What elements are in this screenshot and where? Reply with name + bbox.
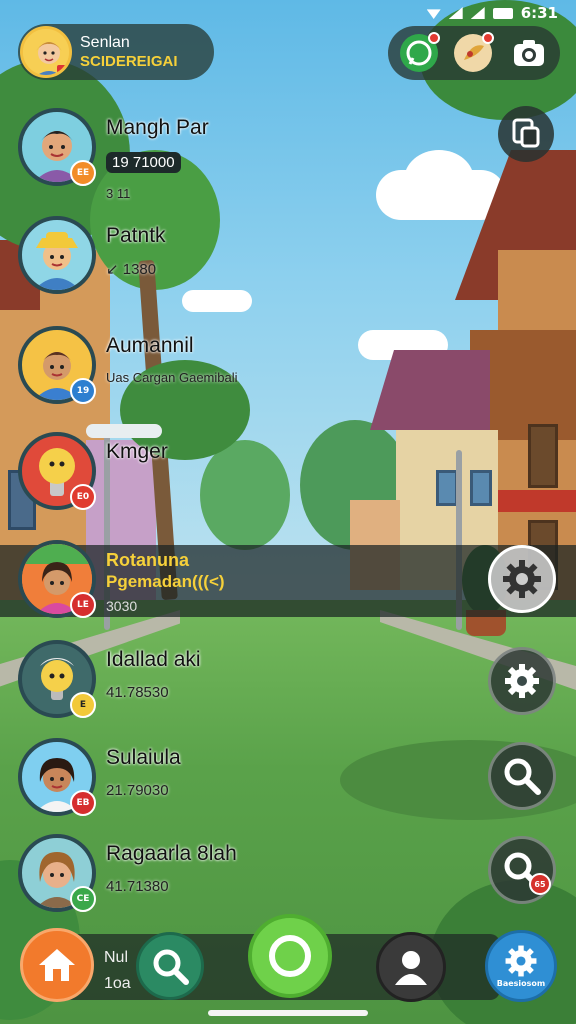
copy-button[interactable] — [498, 106, 554, 162]
notification-dot — [428, 32, 440, 44]
search-nav-button[interactable] — [136, 932, 204, 1000]
friend-name: Patntk — [106, 224, 166, 247]
friend-item[interactable]: E Idallad aki 41.78530 — [18, 640, 338, 722]
search-icon — [504, 758, 541, 795]
settings-nav-button[interactable]: Baesiosom — [485, 930, 557, 1002]
profile-nav-button[interactable] — [376, 932, 446, 1002]
search-button[interactable]: 65 — [488, 836, 556, 904]
friend-badge: E0 — [70, 484, 96, 510]
friend-name: Kmger — [106, 440, 168, 463]
friend-badge: LE — [70, 592, 96, 618]
gear-icon — [505, 945, 537, 977]
friend-item[interactable]: Patntk ↙ 1380 — [18, 216, 338, 298]
settings-nav-label: Baesiosom — [496, 979, 546, 988]
notification-dot — [482, 32, 494, 44]
friend-score: 41.78530 — [106, 684, 169, 701]
ring-icon — [269, 935, 311, 977]
battery-icon — [492, 7, 513, 19]
camera-button[interactable] — [510, 34, 548, 72]
friend-name: Idallad aki — [106, 648, 201, 671]
friend-score: Pgemadan(((<) — [106, 572, 225, 591]
status-bar: 6:31 — [416, 0, 576, 26]
wifi-icon — [426, 9, 441, 19]
search-icon — [153, 949, 189, 985]
friend-badge: E — [70, 692, 96, 718]
friend-name: Rotanuna — [106, 550, 189, 570]
top-toolbar — [388, 26, 560, 80]
friend-score: 21.79030 — [106, 782, 169, 799]
status-time: 6:31 — [520, 4, 558, 22]
friend-item[interactable]: E0 Kmger — [18, 432, 338, 514]
friend-item[interactable]: EB Sulaiula 21.79030 — [18, 738, 338, 820]
copy-icon — [512, 118, 540, 148]
signal-icon — [448, 7, 463, 19]
bottom-bar-text: 1oa — [104, 975, 131, 992]
cloud — [404, 150, 474, 210]
friend-sub: 3 11 — [106, 186, 131, 201]
friend-item-selected[interactable]: LE Rotanuna Pgemadan(((<) 3030 — [18, 540, 338, 622]
friend-score-secondary: 3030 — [106, 598, 138, 614]
friend-name: Aumannil — [106, 334, 194, 357]
friend-name: Sulaiula — [106, 746, 181, 769]
gear-icon — [503, 560, 541, 598]
home-icon — [39, 949, 75, 981]
settings-button[interactable] — [488, 545, 556, 613]
settings-button[interactable] — [488, 647, 556, 715]
notification-badge: 65 — [529, 873, 551, 895]
gift-button[interactable] — [454, 32, 494, 72]
friend-score: Uas Cargan Gaemibali — [106, 370, 238, 385]
play-button[interactable] — [248, 914, 332, 998]
player-name: Senlan — [80, 34, 130, 51]
friend-avatar — [18, 216, 96, 294]
gear-icon — [505, 664, 539, 698]
home-indicator[interactable] — [208, 1010, 368, 1016]
chat-button[interactable] — [400, 32, 440, 72]
friend-name: Mangh Par — [106, 116, 209, 139]
camera-icon — [514, 40, 544, 66]
friend-item[interactable]: EE Mangh Par 19 71000 3 11 — [18, 108, 338, 201]
friend-badge: CE — [70, 886, 96, 912]
friend-score: 41.71380 — [106, 878, 169, 895]
search-button[interactable] — [488, 742, 556, 810]
player-profile[interactable]: Senlan SCIDEREIGAI — [18, 24, 214, 80]
friend-score-value: 1380 — [122, 261, 157, 278]
friend-badge: 19 — [70, 378, 96, 404]
signal-icon — [470, 7, 485, 19]
friend-item[interactable]: CE Ragaarla 8lah 41.71380 — [18, 834, 338, 916]
friend-badge: EE — [70, 160, 96, 186]
bottom-bar-text: Nul — [104, 949, 129, 966]
friend-badge: EB — [70, 790, 96, 816]
home-button[interactable] — [20, 928, 94, 1002]
friend-score: 19 71000 — [106, 152, 181, 173]
player-avatar[interactable] — [20, 26, 72, 78]
friend-item[interactable]: 19 Aumannil Uas Cargan Gaemibali — [18, 326, 338, 408]
player-title: SCIDEREIGAI — [80, 53, 178, 70]
friend-score: ↙ 1380 — [106, 261, 157, 278]
user-icon — [395, 951, 427, 985]
friend-name: Ragaarla 8lah — [106, 842, 237, 865]
